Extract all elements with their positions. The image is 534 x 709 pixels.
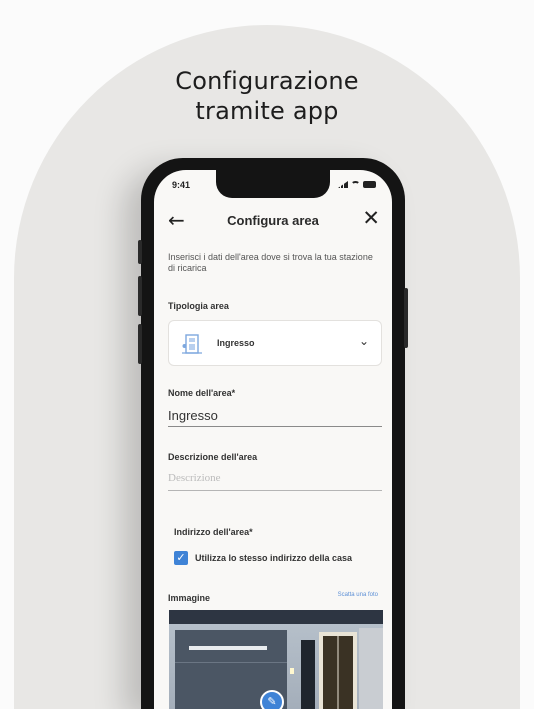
area-description-label: Descrizione dell'area [168, 452, 258, 462]
phone-volume-up-button [138, 276, 142, 316]
area-type-select[interactable]: Ingresso ⌄ [168, 320, 382, 366]
house-wall [359, 628, 383, 709]
status-icons [338, 181, 376, 188]
phone-mockup: 9:41 ← Configura area ✕ Inserisci i dati… [138, 158, 408, 709]
area-type-value: Ingresso [217, 338, 255, 348]
same-address-checkbox[interactable]: ✓ [174, 551, 188, 565]
chevron-down-icon: ⌄ [358, 334, 369, 348]
area-name-input[interactable]: Ingresso [168, 408, 218, 423]
area-address-label: Indirizzo dell'area* [174, 527, 253, 537]
area-name-label: Nome dell'area* [168, 388, 236, 398]
entrance-door-icon [182, 334, 202, 354]
nav-bar: ← Configura area ✕ [154, 206, 392, 236]
area-description-input[interactable]: Descrizione [168, 472, 221, 484]
area-name-underline [168, 426, 382, 427]
page-title: Configura area [227, 213, 319, 228]
signal-icon [338, 181, 348, 188]
phone-screen: 9:41 ← Configura area ✕ Inserisci i dati… [154, 170, 392, 709]
wifi-icon [351, 181, 360, 188]
take-photo-link[interactable]: Scatta una foto [338, 592, 378, 598]
intro-text: Inserisci i dati dell'area dove si trova… [168, 252, 373, 273]
same-address-checkbox-label: Utilizza lo stesso indirizzo della casa [195, 553, 353, 563]
area-description-underline [168, 490, 382, 491]
headline: Configurazione tramite app [0, 66, 534, 126]
garage-panel-line [175, 662, 287, 663]
front-door [301, 640, 315, 709]
garage-light-strip [189, 646, 267, 650]
house-window [319, 632, 357, 709]
phone-power-button [404, 288, 408, 348]
status-time: 9:41 [172, 180, 191, 190]
headline-line-1: Configurazione [175, 67, 359, 95]
same-address-checkbox-row[interactable]: ✓ Utilizza lo stesso indirizzo della cas… [174, 551, 352, 565]
wall-light [290, 668, 294, 674]
phone-mute-button [138, 240, 142, 264]
close-icon[interactable]: ✕ [362, 206, 380, 230]
edit-photo-pencil-icon[interactable]: ✎ [260, 690, 284, 709]
image-label: Immagine [168, 593, 211, 603]
phone-notch [216, 170, 330, 198]
phone-volume-down-button [138, 324, 142, 364]
area-type-label: Tipologia area [168, 301, 229, 311]
battery-icon [363, 181, 376, 188]
house-roof [169, 610, 383, 624]
headline-line-2: tramite app [195, 97, 339, 125]
